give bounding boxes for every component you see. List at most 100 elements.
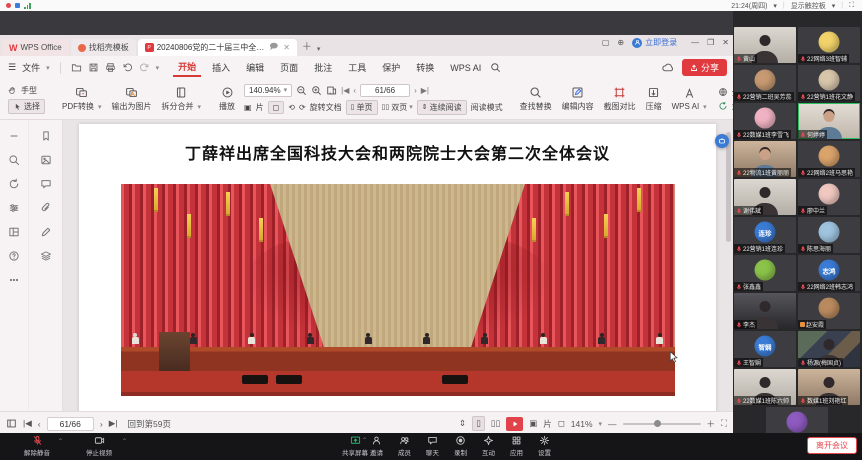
page-number-input[interactable]: 61/66 — [47, 417, 94, 431]
fit-width-icon[interactable]: ▣ — [244, 103, 252, 112]
layout-icon[interactable] — [8, 226, 20, 238]
share-screen-button[interactable]: 共享屏幕⌃ — [342, 435, 368, 457]
participant-tile[interactable]: 杨源(梅国贞) — [798, 331, 860, 367]
thumbnail-panel-icon[interactable] — [6, 418, 17, 429]
single-page-view-icon[interactable]: ▯ — [472, 416, 485, 431]
members-button[interactable]: 成员 — [398, 435, 411, 457]
record-button[interactable]: 录制 — [454, 435, 467, 457]
fullscreen-icon[interactable]: ⛶ — [849, 2, 854, 10]
participant-tile[interactable]: 22网络2班马思艳 — [798, 141, 860, 177]
zoom-in-icon[interactable] — [311, 85, 322, 96]
gear-button[interactable]: 设置 — [538, 435, 551, 457]
participant-tile[interactable]: 22营销二班吴芳蕊 — [734, 65, 796, 101]
apps-button[interactable]: 应用 — [510, 435, 523, 457]
export-image-button[interactable]: 输出为图片 — [107, 79, 157, 119]
stop-video-button[interactable]: 停止视频 ⌃ — [86, 435, 112, 457]
menu-item-2[interactable]: 插入 — [207, 59, 235, 76]
participant-tile[interactable]: 李杰 — [734, 293, 796, 329]
zoom-slider[interactable] — [623, 423, 701, 425]
select-tool-button[interactable]: 选择 — [8, 99, 45, 114]
open-folder-icon[interactable] — [71, 62, 82, 73]
back-to-page-link[interactable]: 回到第59页 — [127, 418, 170, 430]
screenshot-compare-button[interactable]: 截图对比 — [599, 79, 641, 119]
window-mode-icon[interactable]: ▢ — [602, 38, 610, 47]
display-option[interactable]: 显示触控板 — [791, 1, 826, 11]
globe-icon[interactable]: ⊕ — [617, 38, 624, 47]
read-mode-button[interactable]: 阅读模式 — [471, 102, 503, 113]
zoom-level[interactable]: 141% — [571, 419, 593, 429]
restore-icon[interactable]: ❐ — [707, 38, 714, 47]
time-battery-indicator[interactable]: 21:24(周四) — [731, 1, 767, 11]
wps-ai-button[interactable]: WPS AI▾ — [667, 79, 712, 119]
menu-item-4[interactable]: 页面 — [275, 59, 303, 76]
next-page-icon[interactable]: › — [100, 419, 103, 429]
rotate-doc-label[interactable]: 旋转文档 — [310, 102, 342, 113]
participant-tile[interactable]: 虞玲妮 — [766, 407, 828, 433]
fit-width-icon[interactable]: ▣ — [529, 418, 537, 429]
hamburger-icon[interactable]: ☰ — [8, 62, 16, 73]
menu-item-8[interactable]: 转换 — [411, 59, 439, 76]
tab-document[interactable]: P 20240806党的二十届三中全… 🗩 ✕ — [138, 39, 297, 56]
image-panel-icon[interactable] — [40, 154, 52, 166]
search-menu-icon[interactable] — [490, 62, 501, 73]
last-page-icon[interactable]: ▶| — [421, 86, 429, 95]
participant-tile[interactable]: 智娴王智娴 — [734, 331, 796, 367]
participant-tile[interactable]: 22数媒1班陈六帅 — [734, 369, 796, 405]
scrollbar[interactable] — [726, 122, 731, 409]
bookmark-icon[interactable] — [40, 130, 52, 142]
minimize-icon[interactable]: — — [691, 38, 699, 47]
sliders-icon[interactable] — [8, 202, 20, 214]
layers-icon[interactable] — [40, 250, 52, 262]
leave-meeting-button[interactable]: 离开会议 — [807, 437, 857, 454]
login-button[interactable]: 立即登录 — [632, 37, 677, 48]
menu-item-6[interactable]: 工具 — [343, 59, 371, 76]
redo-icon[interactable] — [139, 62, 150, 73]
continuous-read-button[interactable]: ⇕连续阅读 — [417, 100, 467, 115]
first-page-icon[interactable]: |◀ — [23, 418, 32, 429]
continuous-view-icon[interactable]: ⇕ — [459, 418, 466, 429]
participant-tile[interactable]: 何婷婷 — [798, 103, 860, 139]
menu-item-3[interactable]: 编辑 — [241, 59, 269, 76]
file-menu[interactable]: 文件 — [22, 61, 40, 74]
search-icon[interactable] — [8, 154, 20, 166]
help-icon[interactable] — [8, 250, 20, 262]
menu-item-9[interactable]: WPS AI — [445, 61, 486, 75]
tab-docer-templates[interactable]: 找稻壳模板 — [71, 39, 136, 56]
tab-wps-home[interactable]: W WPS Office — [2, 39, 69, 56]
refresh-icon[interactable] — [8, 178, 20, 190]
last-page-icon[interactable]: ▶| — [109, 418, 118, 429]
hand-tool-button[interactable]: 手型 — [8, 85, 45, 96]
participant-tile[interactable]: 黄山 — [734, 27, 796, 63]
participant-tile[interactable]: 志鸿22网络2班韩志鸿 — [798, 255, 860, 291]
attachment-icon[interactable] — [40, 202, 52, 214]
menu-item-5[interactable]: 批注 — [309, 59, 337, 76]
single-page-button[interactable]: ▯单页 — [346, 100, 378, 115]
zoom-input[interactable]: 140.94%▾ — [244, 84, 292, 97]
rotate-left-icon[interactable]: ⟲ — [288, 103, 295, 112]
comment-icon[interactable]: 🗩 — [269, 41, 278, 55]
fit-visible-icon[interactable]: ◻ — [558, 418, 565, 429]
pdf-convert-button[interactable]: PDF转换▾ — [57, 79, 107, 119]
page-number-input[interactable]: 61/66 — [360, 84, 410, 97]
unmute-button[interactable]: 解除静音 ⌃ — [24, 435, 50, 457]
edit-content-button[interactable]: 编辑内容 — [557, 79, 599, 119]
presentation-play-button[interactable] — [506, 417, 523, 431]
caret-down-icon[interactable]: ▾ — [156, 64, 160, 72]
invite-button[interactable]: 邀请 — [370, 435, 383, 457]
participant-tile[interactable]: 陈思海丽 — [798, 217, 860, 253]
zoom-out-icon[interactable] — [296, 85, 307, 96]
split-merge-button[interactable]: 拆分合并▾ — [157, 79, 207, 119]
wps-assistant-floating-button[interactable] — [715, 134, 729, 148]
menu-item-7[interactable]: 保护 — [377, 59, 405, 76]
participant-tile[interactable]: 22营销1班花文静 — [798, 65, 860, 101]
participant-tile[interactable]: 连珍22营销1班连珍 — [734, 217, 796, 253]
collapse-icon[interactable] — [8, 130, 20, 142]
save-icon[interactable] — [88, 62, 99, 73]
undo-icon[interactable] — [122, 62, 133, 73]
more-icon[interactable] — [8, 274, 20, 286]
prev-page-icon[interactable]: ‹ — [353, 86, 356, 95]
annotate-icon[interactable] — [40, 226, 52, 238]
compress-button[interactable]: 压缩 — [641, 79, 667, 119]
play-button[interactable]: 播放 — [214, 79, 240, 119]
double-page-view-icon[interactable]: ▯▯ — [491, 418, 500, 429]
